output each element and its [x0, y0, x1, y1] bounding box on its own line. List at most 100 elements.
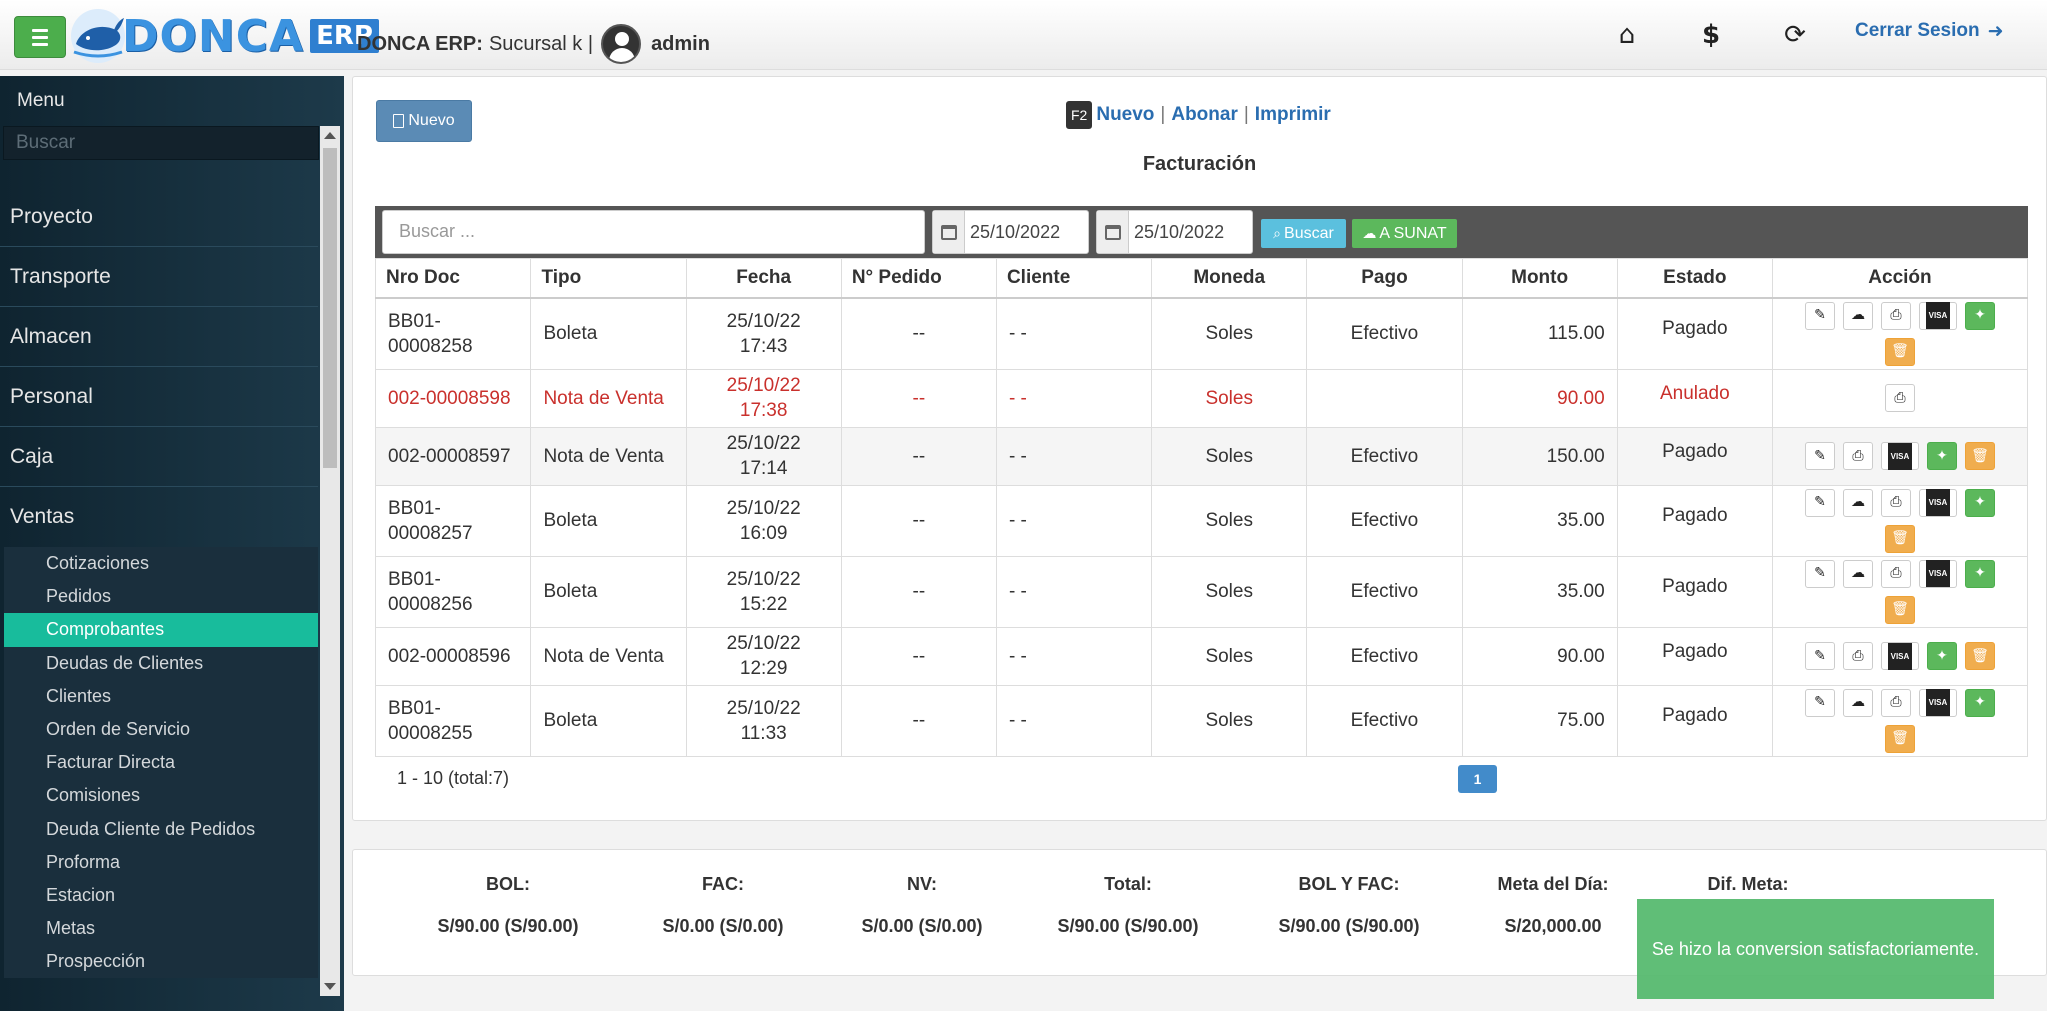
home-icon[interactable]: ⌂ — [1610, 18, 1644, 52]
pencil-icon[interactable]: ✎ — [1804, 688, 1835, 717]
magic-wand-icon[interactable]: ✦ — [1964, 301, 1995, 330]
magic-wand-icon[interactable]: ✦ — [1926, 442, 1957, 470]
sidebar-item-personal[interactable]: Personal — [0, 367, 318, 427]
magic-wand-icon[interactable]: ✦ — [1964, 559, 1995, 588]
sidebar-subitem-orden-servicio[interactable]: Orden de Servicio — [4, 713, 318, 746]
magic-wand-icon[interactable]: ✦ — [1926, 642, 1957, 670]
sidebar-subitem-metas[interactable]: Metas — [4, 912, 318, 945]
trash-icon[interactable]: 🗑 — [1964, 442, 1995, 470]
page-button-current[interactable]: 1 — [1458, 765, 1497, 793]
sidebar-subitem-clientes[interactable]: Clientes — [4, 680, 318, 713]
visa-icon[interactable]: VISA — [1918, 559, 1957, 588]
table-row[interactable]: BB01- 00008257 Boleta 25/10/22 16:09 -- - - Sol… — [374, 484, 2029, 557]
trash-icon[interactable]: 🗑 — [1884, 524, 1915, 553]
printer-icon[interactable]: ⎙ — [1842, 642, 1873, 670]
column-header[interactable]: Nro Doc — [374, 258, 532, 299]
send-sunat-button[interactable]: ☁ A SUNAT — [1352, 219, 1457, 248]
pencil-icon[interactable]: ✎ — [1804, 559, 1835, 588]
dollar-icon[interactable]: $ — [1694, 18, 1728, 52]
sidebar-item-caja[interactable]: Caja — [0, 427, 318, 487]
printer-icon[interactable]: ⎙ — [1880, 301, 1911, 330]
cloud-icon[interactable]: ☁ — [1842, 688, 1873, 717]
trash-icon[interactable]: 🗑 — [1884, 595, 1915, 624]
success-toast[interactable]: Se hizo la conversion satisfactoriamente… — [1637, 899, 1994, 999]
table-row[interactable]: 002-00008598 Nota de Venta 25/10/22 17:38 --… — [374, 368, 2029, 428]
menu-toggle-button[interactable] — [14, 16, 66, 58]
sidebar-item-proyecto[interactable]: Proyecto — [0, 187, 318, 247]
trash-icon[interactable]: 🗑 — [1964, 642, 1995, 670]
printer-icon[interactable]: ⎙ — [1884, 384, 1915, 412]
column-header[interactable]: N° Pedido — [840, 258, 997, 299]
total-label: BOL: — [486, 874, 530, 894]
sidebar-subitem-deudas-clientes[interactable]: Deudas de Clientes — [4, 647, 318, 680]
column-header[interactable]: Cliente — [995, 258, 1153, 299]
printer-icon[interactable]: ⎙ — [1880, 559, 1911, 588]
column-header[interactable]: Tipo — [530, 258, 687, 299]
user-name[interactable]: admin — [651, 33, 710, 56]
order-cell: -- — [840, 368, 997, 428]
table-row[interactable]: 002-00008596 Nota de Venta 25/10/22 12:29 --… — [374, 626, 2029, 686]
table-row[interactable]: BB01- 00008256 Boleta 25/10/22 15:22 -- - - Sol… — [374, 555, 2029, 628]
sidebar-item-ventas[interactable]: Ventas — [0, 487, 318, 547]
sidebar-subitem-facturar-directa[interactable]: Facturar Directa — [4, 746, 318, 779]
cloud-icon[interactable]: ☁ — [1842, 301, 1873, 330]
logout-link[interactable]: Cerrar Sesion ➜ — [1855, 20, 2004, 42]
visa-icon[interactable]: VISA — [1918, 688, 1957, 717]
pencil-icon[interactable]: ✎ — [1804, 488, 1835, 517]
table-row[interactable]: BB01- 00008258 Boleta 25/10/22 17:43 -- - - Sol… — [374, 297, 2029, 370]
column-header[interactable]: Monto — [1461, 258, 1618, 299]
sidebar-item-transporte[interactable]: Transporte — [0, 247, 318, 307]
sidebar-item-almacen[interactable]: Almacen — [0, 307, 318, 367]
sidebar-subitem-comisiones[interactable]: Comisiones — [4, 779, 318, 812]
search-button-label: Buscar — [1284, 224, 1334, 242]
table-row[interactable]: 002-00008597 Nota de Venta 25/10/22 17:14 --… — [374, 426, 2029, 486]
sidebar-search-input[interactable]: Buscar — [3, 126, 319, 160]
lock-refresh-icon[interactable]: ⟳ — [1778, 18, 1812, 52]
sidebar-subitem-cotizaciones[interactable]: Cotizaciones — [4, 547, 318, 580]
sidebar-subitem-prospeccion[interactable]: Prospección — [4, 945, 318, 978]
pencil-icon[interactable]: ✎ — [1804, 301, 1835, 330]
visa-icon[interactable]: VISA — [1918, 488, 1957, 517]
printer-icon[interactable]: ⎙ — [1880, 688, 1911, 717]
scroll-up-icon[interactable] — [324, 132, 336, 139]
app-logo[interactable]: DONCA ERP — [70, 8, 379, 64]
printer-icon[interactable]: ⎙ — [1880, 488, 1911, 517]
pencil-icon[interactable]: ✎ — [1804, 642, 1835, 670]
column-header[interactable]: Estado — [1616, 258, 1773, 299]
sidebar-subitem-deuda-pedidos[interactable]: Deuda Cliente de Pedidos — [4, 813, 318, 846]
user-avatar-icon[interactable] — [601, 24, 642, 64]
magic-wand-icon[interactable]: ✦ — [1964, 488, 1995, 517]
scroll-down-icon[interactable] — [324, 983, 336, 990]
search-input[interactable]: Buscar ... — [382, 210, 925, 254]
scrollbar-thumb[interactable] — [323, 148, 337, 468]
sidebar-subitem-pedidos[interactable]: Pedidos — [4, 580, 318, 613]
amount-cell: 115.00 — [1461, 297, 1618, 370]
table-row[interactable]: BB01- 00008255 Boleta 25/10/22 11:33 -- - - Sol… — [374, 684, 2029, 757]
date-to-field[interactable]: 25/10/2022 — [1096, 210, 1253, 254]
sidebar-subitem-proforma[interactable]: Proforma — [4, 846, 318, 879]
column-header[interactable]: Moneda — [1151, 258, 1308, 299]
cloud-icon[interactable]: ☁ — [1842, 559, 1873, 588]
cloud-icon[interactable]: ☁ — [1842, 488, 1873, 517]
visa-icon[interactable]: VISA — [1880, 642, 1919, 670]
column-header[interactable]: Fecha — [685, 258, 842, 299]
date-from-field[interactable]: 25/10/2022 — [932, 210, 1089, 254]
link-nuevo[interactable]: Nuevo — [1096, 104, 1154, 126]
trash-icon[interactable]: 🗑 — [1884, 724, 1915, 753]
sidebar-scrollbar[interactable] — [320, 126, 340, 996]
visa-icon[interactable]: VISA — [1918, 301, 1957, 330]
new-button[interactable]: Nuevo — [376, 100, 472, 142]
link-abonar[interactable]: Abonar — [1171, 104, 1238, 126]
magic-wand-icon[interactable]: ✦ — [1964, 688, 1995, 717]
filter-bar: Buscar ... 25/10/2022 25/10/2022 ⌕ Busca… — [375, 206, 2028, 258]
trash-icon[interactable]: 🗑 — [1884, 337, 1915, 366]
printer-icon[interactable]: ⎙ — [1842, 442, 1873, 470]
sidebar-subitem-comprobantes[interactable]: Comprobantes — [4, 613, 318, 647]
sidebar-subitem-estacion[interactable]: Estacion — [4, 879, 318, 912]
link-imprimir[interactable]: Imprimir — [1255, 104, 1331, 126]
column-header[interactable]: Pago — [1306, 258, 1463, 299]
visa-icon[interactable]: VISA — [1880, 442, 1919, 470]
search-button[interactable]: ⌕ Buscar — [1261, 219, 1346, 248]
invoices-table: Nro Doc Tipo Fecha N° Pedido Cliente Mon… — [374, 258, 2029, 757]
pencil-icon[interactable]: ✎ — [1804, 442, 1835, 470]
